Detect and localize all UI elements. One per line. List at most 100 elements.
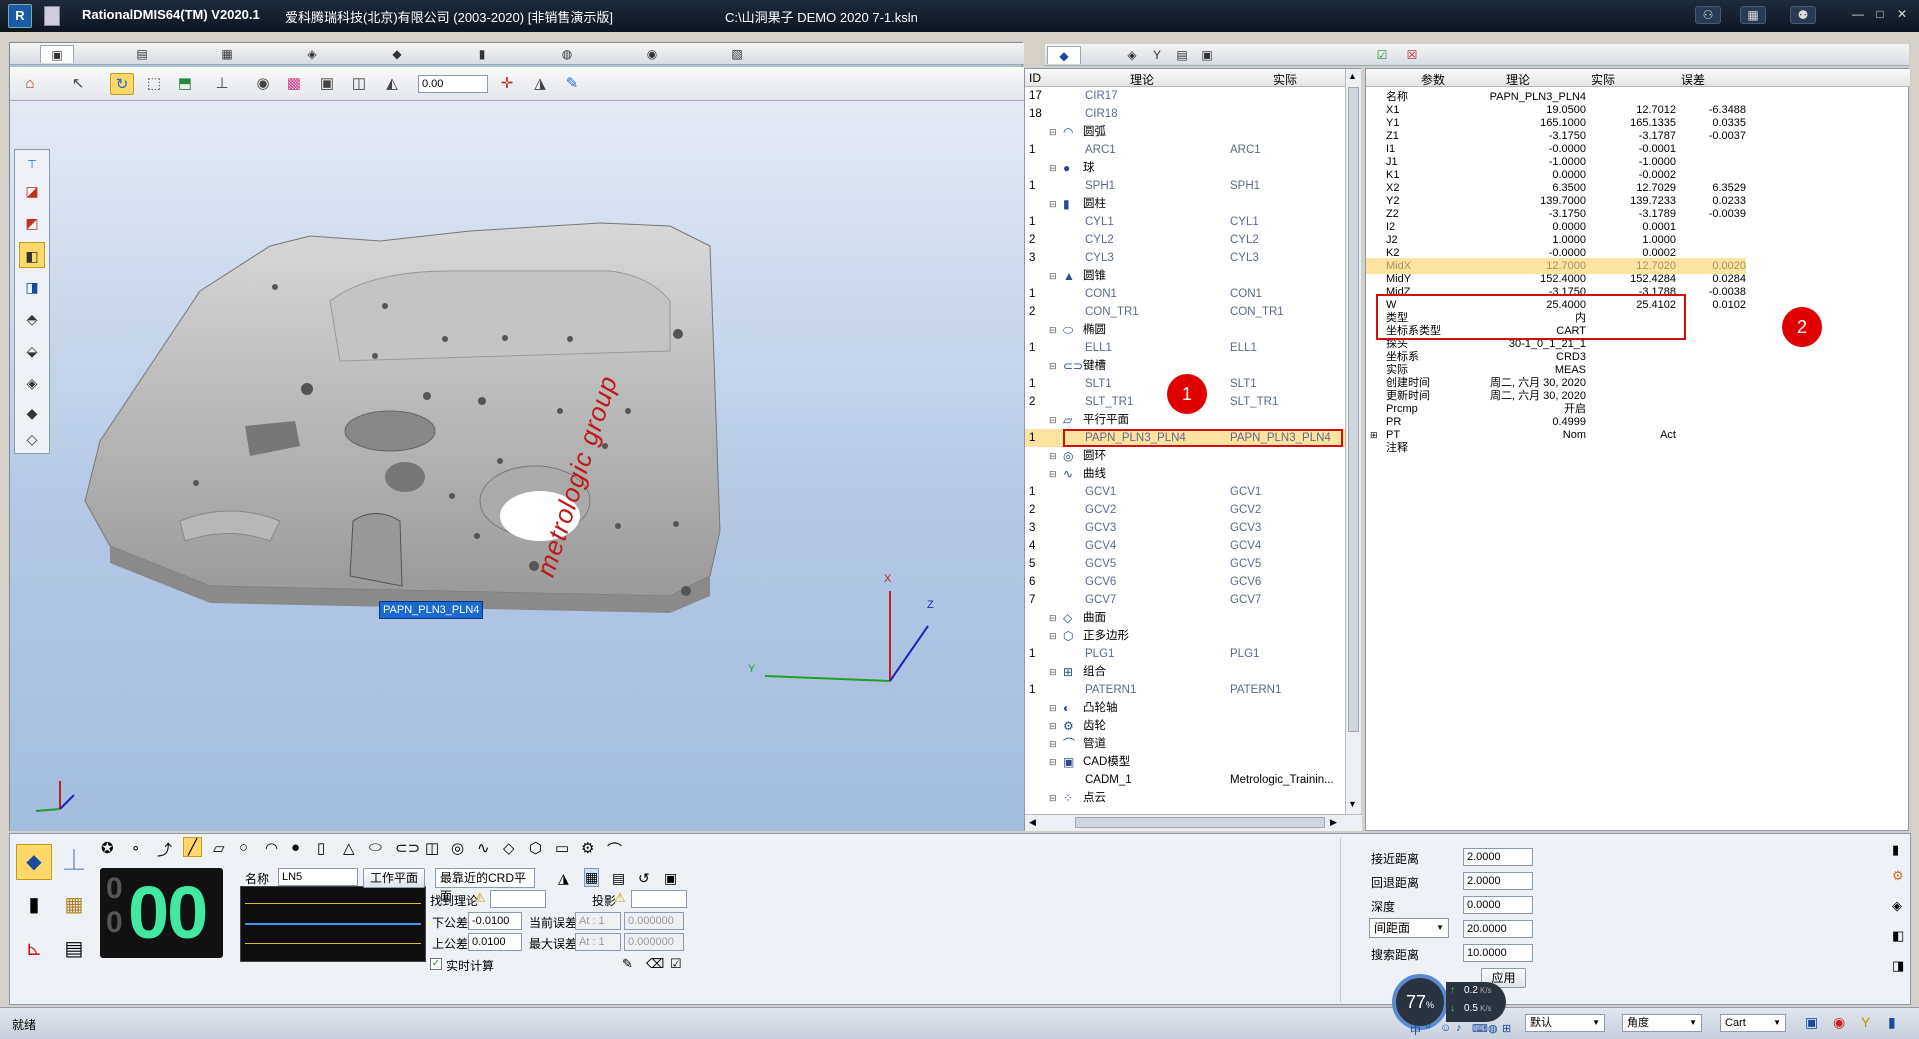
alignment-mode-icon[interactable]: ⊾ — [16, 932, 52, 968]
col-prop-error[interactable]: 误差 — [1681, 71, 1705, 88]
tree-feature-row[interactable]: 1 PLG1 PLG1 — [1025, 645, 1345, 663]
tree-group-row[interactable]: ⊟ ◇ 曲面 — [1025, 609, 1345, 627]
camera-icon[interactable]: ▣ — [315, 73, 339, 95]
tree-group-row[interactable]: ⊟ ▲ 圆锥 — [1025, 267, 1345, 285]
curve-icon[interactable]: ∿ — [477, 839, 490, 857]
tree-group-row[interactable]: ⊟ ⬭ 椭圆 — [1025, 321, 1345, 339]
tree-feature-row[interactable]: 1 CON1 CON1 — [1025, 285, 1345, 303]
ime-chinese-icon[interactable]: 中 — [1410, 1022, 1421, 1038]
app-logo-icon[interactable]: R — [8, 4, 32, 28]
scroll-thumb[interactable] — [1348, 87, 1359, 732]
tree-feature-row[interactable]: 2 GCV2 GCV2 — [1025, 501, 1345, 519]
measure-side-icon[interactable]: ◈ — [1892, 898, 1902, 914]
col-param[interactable]: 参数 — [1421, 71, 1445, 88]
expand-toggle-icon[interactable]: ⊟ — [1049, 447, 1057, 465]
tree-group-row[interactable]: ⊟ ● 球 — [1025, 159, 1345, 177]
line-icon[interactable]: ╱ — [183, 837, 203, 857]
expand-toggle-icon[interactable]: ⊟ — [1049, 699, 1057, 717]
view-red2-icon[interactable]: ◩ — [19, 210, 45, 236]
scroll-left-arrow[interactable]: ◀ — [1029, 817, 1036, 828]
expand-toggle-icon[interactable]: ⊟ — [1049, 663, 1057, 681]
tree-group-row[interactable]: ⊟ ⊞ 组合 — [1025, 663, 1345, 681]
output-side-icon[interactable]: ◧ — [1892, 928, 1904, 944]
tree-group-row[interactable]: ⊟ ▮ 圆柱 — [1025, 195, 1345, 213]
tree-group-row[interactable]: ⊟ ◠ 圆弧 — [1025, 123, 1345, 141]
current-error-at-input[interactable] — [575, 912, 621, 930]
check-icon[interactable]: ☑ — [1365, 46, 1399, 64]
find-nominal-input[interactable] — [490, 890, 546, 908]
tab-machine[interactable]: ◈ — [295, 45, 329, 63]
confirm-checkbox-icon[interactable]: ☑ — [670, 956, 682, 972]
select-arrow-icon[interactable]: ↖ — [66, 73, 90, 95]
tree-group-row[interactable]: ⊟ ◐ 凸轮轴 — [1025, 699, 1345, 717]
measure-icon[interactable]: ◮ — [528, 73, 552, 95]
tree-feature-row[interactable]: 5 GCV5 GCV5 — [1025, 555, 1345, 573]
tree-feature-row[interactable]: CADM_1 Metrologic_Trainin... — [1025, 771, 1345, 789]
plane-icon[interactable]: ▱ — [213, 839, 225, 857]
probe-side-icon[interactable]: ▮ — [1892, 842, 1899, 858]
projection-input[interactable] — [631, 890, 687, 908]
tree-vscrollbar[interactable]: ▲ ▼ — [1345, 69, 1361, 814]
approach-input[interactable] — [1463, 848, 1533, 866]
realtime-checkbox[interactable]: ✓ — [430, 958, 442, 970]
expand-toggle-icon[interactable]: ⊟ — [1049, 159, 1057, 177]
measure-mode-icon[interactable]: ◆ — [16, 844, 52, 880]
tree-feature-row[interactable]: 3 GCV3 GCV3 — [1025, 519, 1345, 537]
ime-punct-icon[interactable]: ⁰ — [1426, 1022, 1430, 1035]
tab-camera[interactable]: ▣ — [1190, 46, 1224, 64]
expand-toggle-icon[interactable]: ⊟ — [1049, 321, 1057, 339]
view-back-icon[interactable]: ◈ — [19, 370, 45, 396]
feature-label-tag[interactable]: PAPN_PLN3_PLN4 — [379, 601, 484, 619]
tab-report[interactable]: ▧ — [720, 45, 754, 63]
tree-group-row[interactable]: ⊟ ⊂⊃ 键槽 — [1025, 357, 1345, 375]
name-input[interactable] — [278, 868, 358, 886]
probe-select-icon[interactable]: ◭ — [380, 73, 404, 95]
expand-toggle-icon[interactable]: ⊟ — [1049, 267, 1057, 285]
tree-feature-row[interactable]: 7 GCV7 GCV7 — [1025, 591, 1345, 609]
work-plane-button[interactable]: 工作平面 — [363, 868, 425, 888]
zoom-box-icon[interactable]: ⬚ — [142, 73, 166, 95]
fit-view-icon[interactable]: ⬒ — [173, 73, 197, 95]
tree-feature-row[interactable]: 1 ELL1 ELL1 — [1025, 339, 1345, 357]
edge-point-icon[interactable]: ⤴ — [157, 839, 172, 860]
status-yield-icon[interactable]: Y — [1861, 1014, 1870, 1030]
col-prop-nominal[interactable]: 理论 — [1506, 71, 1530, 88]
tree-feature-row[interactable]: 17 CIR17 — [1025, 87, 1345, 105]
measure-tool-icon[interactable]: ◮ — [558, 870, 569, 887]
tab-graphics[interactable]: ▣ — [40, 45, 74, 63]
probe-mode-icon[interactable]: ▮ — [16, 888, 52, 924]
tab-program[interactable]: ▤ — [125, 45, 159, 63]
tree-hscrollbar[interactable]: ◀ ▶ — [1025, 814, 1362, 831]
expand-toggle-icon[interactable]: ⊟ — [1049, 465, 1057, 483]
ime-keyboard-icon[interactable]: ⌨ — [1472, 1022, 1488, 1035]
col-id[interactable]: ID — [1029, 71, 1041, 85]
part-model[interactable] — [70, 201, 830, 631]
status-probe-icon[interactable]: ▮ — [1888, 1014, 1896, 1031]
torus-icon[interactable]: ◎ — [451, 839, 464, 857]
zoom-value-input[interactable] — [418, 75, 488, 93]
construct-mode-icon[interactable]: ⏊ — [56, 844, 92, 880]
users-icon[interactable]: ⚉ — [1790, 6, 1816, 24]
scroll-right-arrow[interactable]: ▶ — [1330, 817, 1337, 828]
view-front-icon[interactable]: ⬙ — [19, 338, 45, 364]
scroll-down-arrow[interactable]: ▼ — [1348, 799, 1357, 809]
scroll-up-arrow[interactable]: ▲ — [1348, 71, 1357, 81]
tree-group-row[interactable]: ⊟ ∿ 曲线 — [1025, 465, 1345, 483]
tree-feature-row[interactable]: 18 CIR18 — [1025, 105, 1345, 123]
expand-toggle-icon[interactable]: ⊟ — [1049, 717, 1057, 735]
mode-select[interactable]: 默认 — [1525, 1014, 1605, 1032]
expand-toggle-icon[interactable]: ⊟ — [1049, 609, 1057, 627]
pipe-icon[interactable]: ⌒ — [607, 839, 622, 860]
tree-feature-row[interactable]: 1 ARC1 ARC1 — [1025, 141, 1345, 159]
arc-icon[interactable]: ◠ — [265, 839, 278, 857]
spacing-input[interactable] — [1463, 920, 1533, 938]
grid-icon[interactable]: ▤ — [612, 870, 625, 887]
tab-probe[interactable]: ▮ — [465, 45, 499, 63]
rotate-icon[interactable]: ↻ — [110, 73, 134, 95]
edit-icon[interactable]: ✎ — [622, 956, 633, 972]
coord-select[interactable]: Cart — [1720, 1014, 1786, 1032]
auto-feature-icon[interactable]: ✪ — [101, 839, 114, 857]
expand-toggle-icon[interactable]: ⊟ — [1049, 627, 1057, 645]
home-icon[interactable]: ⌂ — [18, 73, 42, 95]
col-actual[interactable]: 实际 — [1273, 71, 1297, 88]
